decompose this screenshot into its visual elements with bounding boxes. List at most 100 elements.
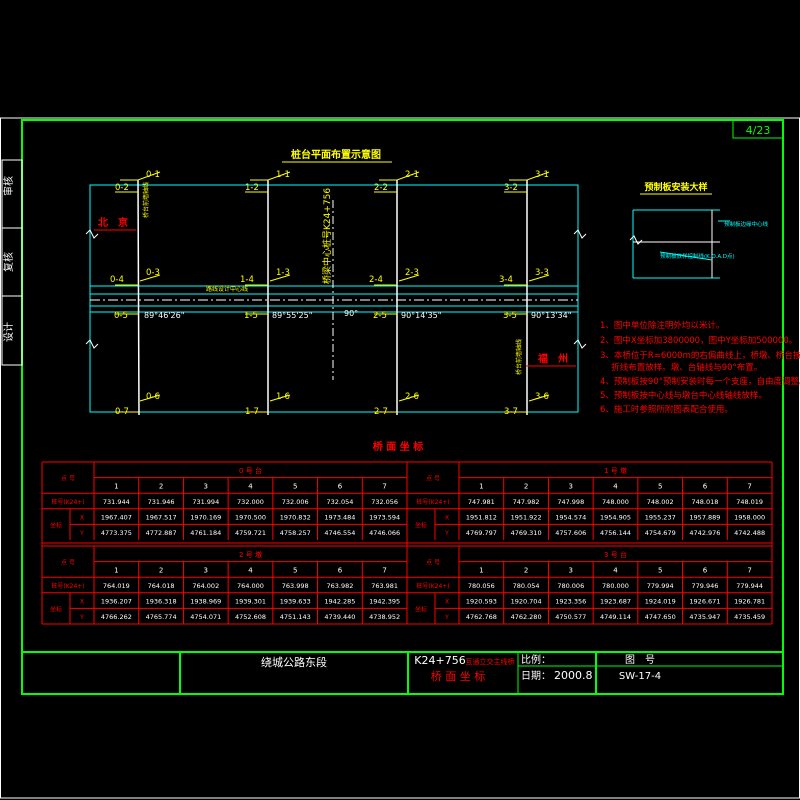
table-y-cell: 4749.114 bbox=[600, 613, 631, 621]
side-label-recheck: 复核 bbox=[2, 252, 15, 272]
note-4: 折线布置放样。墩、台轴线与90°布置。 bbox=[600, 362, 762, 373]
note-2: 2、图中X坐标加3800000，图中Y坐标加500000。 bbox=[600, 335, 797, 346]
table-block-name: 0 号 台 bbox=[239, 466, 262, 475]
detail-label-bottom: 预制板放样控制线(K.O.A.D点) bbox=[660, 252, 735, 260]
table-y-cell: 4750.577 bbox=[555, 613, 586, 621]
table-station-cell: 780.056 bbox=[468, 582, 495, 590]
table-y-label: Y bbox=[79, 530, 84, 537]
table-col-number: 4 bbox=[613, 566, 618, 574]
dir-right-label: 福 州 bbox=[537, 352, 568, 365]
note-7: 6、施工时参照所附图表配合使用。 bbox=[600, 404, 733, 415]
tb-date-label: 日期： bbox=[521, 670, 551, 682]
label-0-3: 0-3 bbox=[146, 268, 160, 278]
table-station-cell: 748.002 bbox=[647, 498, 674, 506]
table-x-label: X bbox=[80, 599, 84, 606]
table-x-cell: 1951.922 bbox=[511, 514, 542, 522]
table-col-number: 1 bbox=[114, 566, 118, 574]
tb-bridge-name: 互通立交主线桥 bbox=[466, 657, 515, 666]
table-x-label: X bbox=[80, 515, 84, 522]
label-1-2: 1-2 bbox=[245, 183, 259, 193]
center-station-label: 桥梁中心桩号K24+756 bbox=[321, 188, 333, 284]
break-mark-right bbox=[573, 229, 587, 239]
table-station-cell: 732.006 bbox=[282, 498, 309, 506]
table-col-number: 2 bbox=[159, 566, 163, 574]
table-col-number: 5 bbox=[293, 566, 297, 574]
label-2-1: 2-1 bbox=[405, 170, 419, 180]
table-x-cell: 1924.019 bbox=[645, 598, 676, 606]
table-y-cell: 4742.976 bbox=[689, 529, 720, 537]
table-col-number: 1 bbox=[479, 566, 483, 574]
table-x-cell: 1970.832 bbox=[280, 514, 311, 522]
table-x-label: X bbox=[445, 599, 449, 606]
table-station-cell: 764.000 bbox=[237, 582, 264, 590]
table-y-label: Y bbox=[444, 530, 449, 537]
table-col-number: 7 bbox=[747, 482, 751, 490]
table-station-cell: 764.019 bbox=[103, 582, 130, 590]
table-y-cell: 4769.310 bbox=[511, 529, 542, 537]
label-2-2: 2-2 bbox=[374, 183, 388, 193]
label-3-5: 3-5 bbox=[503, 311, 517, 321]
table-station-cell: 732.054 bbox=[326, 498, 353, 506]
table-x-cell: 1951.812 bbox=[466, 514, 497, 522]
table-point-label: 点 号 bbox=[426, 475, 440, 483]
table-y-cell: 4761.184 bbox=[190, 529, 221, 537]
table-station-cell: 731.944 bbox=[103, 498, 130, 506]
table-station-cell: 747.981 bbox=[468, 498, 495, 506]
table-col-number: 2 bbox=[159, 482, 163, 490]
table-station-cell: 748.000 bbox=[602, 498, 629, 506]
left-vertical-label: 桥台前墙轴线 bbox=[142, 182, 150, 218]
table-coord-label: 坐标 bbox=[415, 605, 427, 613]
note-5: 4、预制板按90°预制安装时每一个支座，自由度调整。 bbox=[600, 376, 800, 387]
plan-title: 桩台平面布置示意图 bbox=[291, 148, 381, 161]
label-2-6: 2-6 bbox=[405, 392, 419, 402]
table-coord-label: 坐标 bbox=[50, 605, 62, 613]
table-point-label: 点 号 bbox=[61, 475, 75, 483]
table-x-cell: 1973.594 bbox=[369, 514, 400, 522]
table-x-cell: 1958.000 bbox=[734, 514, 765, 522]
table-x-cell: 1957.889 bbox=[689, 514, 720, 522]
label-1-4: 1-4 bbox=[240, 275, 254, 285]
table-y-cell: 4769.797 bbox=[466, 529, 497, 537]
dir-left-label: 北 京 bbox=[98, 216, 128, 229]
label-0-7: 0-7 bbox=[115, 407, 129, 417]
angle-4: 90°13'34" bbox=[531, 311, 571, 320]
note-1: 1、图中单位除注明外均以米计。 bbox=[600, 320, 724, 331]
detail-view bbox=[629, 209, 730, 279]
table-y-cell: 4738.952 bbox=[369, 613, 400, 621]
table-col-number: 1 bbox=[479, 482, 483, 490]
label-0-6: 0-6 bbox=[146, 392, 160, 402]
table-station-cell: 763.982 bbox=[326, 582, 353, 590]
table-x-cell: 1970.169 bbox=[190, 514, 221, 522]
table-station-label: 桩号(K24+) bbox=[416, 582, 449, 590]
table-y-cell: 4747.650 bbox=[645, 613, 676, 621]
table-y-cell: 4756.144 bbox=[600, 529, 631, 537]
table-col-number: 5 bbox=[658, 482, 662, 490]
table-col-number: 1 bbox=[114, 482, 118, 490]
deck-outline bbox=[89, 184, 579, 413]
table-x-cell: 1939.633 bbox=[280, 598, 311, 606]
detail-title: 预制板安装大样 bbox=[644, 181, 707, 193]
table-station-cell: 780.000 bbox=[602, 582, 629, 590]
label-1-1: 1-1 bbox=[276, 170, 290, 180]
table-col-number: 7 bbox=[382, 566, 386, 574]
table-station-cell: 763.981 bbox=[371, 582, 398, 590]
tb-station: K24+756 bbox=[414, 654, 465, 667]
label-3-4: 3-4 bbox=[499, 275, 513, 285]
table-station-label: 桩号(K24+) bbox=[51, 498, 84, 506]
table-x-cell: 1926.671 bbox=[689, 598, 720, 606]
abutment-0-line bbox=[137, 179, 140, 416]
label-1-7: 1-7 bbox=[245, 407, 259, 417]
table-col-number: 3 bbox=[569, 566, 573, 574]
table-x-cell: 1936.318 bbox=[146, 598, 177, 606]
table-x-cell: 1926.781 bbox=[734, 598, 765, 606]
table-x-cell: 1942.285 bbox=[324, 598, 355, 606]
table-x-cell: 1954.905 bbox=[600, 514, 631, 522]
side-label-design: 设计 bbox=[2, 322, 15, 342]
angle-2: 90° bbox=[344, 309, 358, 318]
side-label-review: 审核 bbox=[2, 176, 15, 196]
table-x-cell: 1936.207 bbox=[101, 598, 132, 606]
table-station-cell: 731.994 bbox=[192, 498, 219, 506]
table-station-cell: 779.994 bbox=[647, 582, 674, 590]
label-2-7: 2-7 bbox=[374, 407, 388, 417]
table-y-cell: 4758.257 bbox=[280, 529, 311, 537]
